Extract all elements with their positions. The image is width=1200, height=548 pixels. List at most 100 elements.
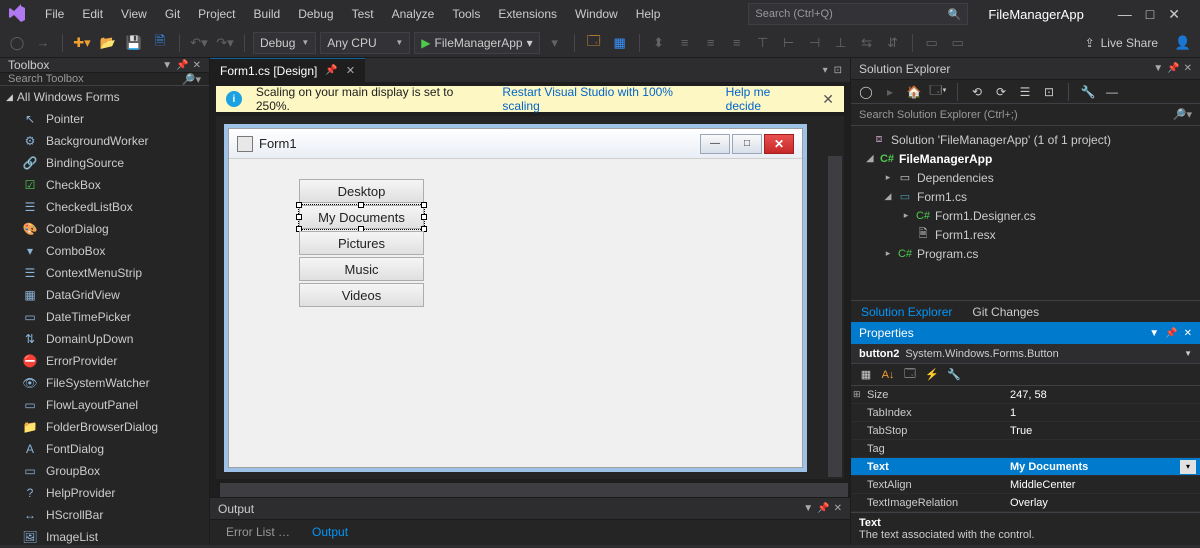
close-panel-icon[interactable]: ✕ (193, 60, 201, 71)
vertical-scrollbar[interactable] (828, 156, 842, 477)
nav-fwd-button[interactable]: → (32, 32, 54, 54)
pin-icon[interactable]: 📌 (1167, 63, 1179, 74)
property-tag[interactable]: Tag (851, 440, 1200, 458)
resize-handle[interactable] (421, 214, 427, 220)
tab-dropdown-icon[interactable]: ▾ (823, 65, 828, 76)
se-showall-button[interactable]: — (1103, 83, 1121, 101)
toolbox-item-fontdialog[interactable]: AFontDialog (0, 438, 209, 460)
toolbox-item-flowlayoutpanel[interactable]: ▭FlowLayoutPanel (0, 394, 209, 416)
close-panel-icon[interactable]: ✕ (1184, 328, 1192, 339)
designer-form[interactable]: Form1 — □ ✕ DesktopMy DocumentsPicturesM… (228, 128, 803, 468)
se-properties-button[interactable]: 🔧 (1079, 83, 1097, 101)
tree-form1resx[interactable]: 🗎Form1.resx (851, 225, 1200, 244)
output-tab-output[interactable]: Output (302, 522, 358, 542)
restart-scaling-link[interactable]: Restart Visual Studio with 100% scaling (502, 85, 711, 113)
tree-dependencies[interactable]: ▸▭Dependencies (851, 168, 1200, 187)
align-btn-4[interactable]: ≡ (726, 32, 748, 54)
se-btn-2[interactable]: ☰ (1016, 83, 1034, 101)
undo-button[interactable]: ↶▾ (188, 32, 210, 54)
se-btn-3[interactable]: ⊡ (1040, 83, 1058, 101)
tab-max-icon[interactable]: ⊡ (834, 65, 842, 76)
toolbox-item-folderbrowserdialog[interactable]: 📁FolderBrowserDialog (0, 416, 209, 438)
align-btn-9[interactable]: ⇆ (856, 32, 878, 54)
order-btn-2[interactable]: ▭ (947, 32, 969, 54)
tree-solution[interactable]: ⧈Solution 'FileManagerApp' (1 of 1 proje… (851, 130, 1200, 149)
toolbox-group[interactable]: ◢ All Windows Forms (0, 86, 209, 108)
tool-btn-1[interactable]: 🗔 (583, 32, 605, 54)
toolbox-item-checkedlistbox[interactable]: ☰CheckedListBox (0, 196, 209, 218)
close-icon[interactable]: ✕ (1168, 6, 1180, 23)
menu-build[interactable]: Build (245, 3, 290, 25)
designer-button-desktop[interactable]: Desktop (299, 179, 424, 203)
align-btn-7[interactable]: ⊣ (804, 32, 826, 54)
new-item-button[interactable]: ✚▾ (71, 32, 93, 54)
design-surface[interactable]: Form1 — □ ✕ DesktopMy DocumentsPicturesM… (216, 116, 844, 479)
tool-btn-2[interactable]: ▦ (609, 32, 631, 54)
maximize-icon[interactable]: □ (1146, 6, 1154, 23)
form-minimize-button[interactable]: — (700, 134, 730, 154)
save-button[interactable]: 💾 (123, 32, 145, 54)
properties-grid[interactable]: Size247, 58TabIndex1TabStopTrueTagTextMy… (851, 386, 1200, 512)
tab-form1-design[interactable]: Form1.cs [Design] 📌 ✕ (210, 58, 365, 82)
toolbox-item-groupbox[interactable]: ▭GroupBox (0, 460, 209, 482)
categorized-button[interactable]: ▦ (857, 366, 875, 384)
toolbox-item-contextmenustrip[interactable]: ☰ContextMenuStrip (0, 262, 209, 284)
toolbox-search-input[interactable]: Search Toolbox 🔎▾ (0, 73, 209, 86)
horizontal-scrollbar[interactable] (220, 483, 848, 497)
close-panel-icon[interactable]: ✕ (1184, 63, 1192, 74)
property-tabstop[interactable]: TabStopTrue (851, 422, 1200, 440)
config-combo[interactable]: Debug▼ (253, 32, 316, 54)
platform-combo[interactable]: Any CPU▼ (320, 32, 410, 54)
align-btn-5[interactable]: ⊤ (752, 32, 774, 54)
menu-tools[interactable]: Tools (443, 3, 489, 25)
pin-icon[interactable]: 📌 (817, 503, 829, 514)
se-sync-button[interactable]: ⟲ (968, 83, 986, 101)
minimize-icon[interactable]: — (1118, 6, 1132, 23)
section-tab-solution-explorer[interactable]: Solution Explorer (851, 302, 962, 322)
resize-handle[interactable] (296, 202, 302, 208)
menu-window[interactable]: Window (566, 3, 627, 25)
menu-debug[interactable]: Debug (289, 3, 342, 25)
pin-icon[interactable]: 📌 (1165, 328, 1177, 339)
section-tab-git-changes[interactable]: Git Changes (962, 302, 1049, 322)
menu-view[interactable]: View (112, 3, 156, 25)
resize-handle[interactable] (296, 214, 302, 220)
order-btn-1[interactable]: ▭ (921, 32, 943, 54)
properties-page-button[interactable]: 🗔 (901, 366, 919, 384)
events-button[interactable]: ⚡ (923, 366, 941, 384)
menu-extensions[interactable]: Extensions (489, 3, 566, 25)
form-client-area[interactable]: DesktopMy DocumentsPicturesMusicVideos (229, 159, 802, 467)
properties-object-combo[interactable]: button2System.Windows.Forms.Button▼ (851, 344, 1200, 364)
dropdown-icon[interactable]: ▼ (803, 503, 813, 514)
menu-git[interactable]: Git (156, 3, 189, 25)
nav-back-button[interactable]: ◯ (6, 32, 28, 54)
toolbox-item-domainupdown[interactable]: ⇅DomainUpDown (0, 328, 209, 350)
close-panel-icon[interactable]: ✕ (834, 503, 842, 514)
dropdown-icon[interactable]: ▼ (162, 60, 172, 71)
toolbox-item-datagridview[interactable]: ▦DataGridView (0, 284, 209, 306)
align-btn-8[interactable]: ⊥ (830, 32, 852, 54)
toolbox-item-hscrollbar[interactable]: ↔HScrollBar (0, 504, 209, 526)
toolbox-item-bindingsource[interactable]: 🔗BindingSource (0, 152, 209, 174)
se-fwd-button[interactable]: ▸ (881, 83, 899, 101)
designer-button-pictures[interactable]: Pictures (299, 231, 424, 255)
menu-test[interactable]: Test (343, 3, 383, 25)
tree-form1cs[interactable]: ◢▭Form1.cs (851, 187, 1200, 206)
output-tab-error-list-[interactable]: Error List … (216, 522, 300, 542)
se-back-button[interactable]: ◯ (857, 83, 875, 101)
dropdown-icon[interactable]: ▼ (1153, 63, 1163, 74)
start-debug-button[interactable]: ▶FileManagerApp▾ (414, 32, 539, 54)
redo-button[interactable]: ↷▾ (214, 32, 236, 54)
se-btn-1[interactable]: 🗔▾ (929, 83, 947, 101)
toolbox-item-filesystemwatcher[interactable]: 👁FileSystemWatcher (0, 372, 209, 394)
designer-button-music[interactable]: Music (299, 257, 424, 281)
open-button[interactable]: 📂 (97, 32, 119, 54)
form-close-button[interactable]: ✕ (764, 134, 794, 154)
toolbox-item-errorprovider[interactable]: ⛔ErrorProvider (0, 350, 209, 372)
live-share-button[interactable]: ⇪ Live Share (1075, 36, 1168, 50)
align-btn-1[interactable]: ⬍ (648, 32, 670, 54)
resize-handle[interactable] (421, 202, 427, 208)
designer-button-videos[interactable]: Videos (299, 283, 424, 307)
align-btn-2[interactable]: ≡ (674, 32, 696, 54)
toolbox-item-backgroundworker[interactable]: ⚙BackgroundWorker (0, 130, 209, 152)
